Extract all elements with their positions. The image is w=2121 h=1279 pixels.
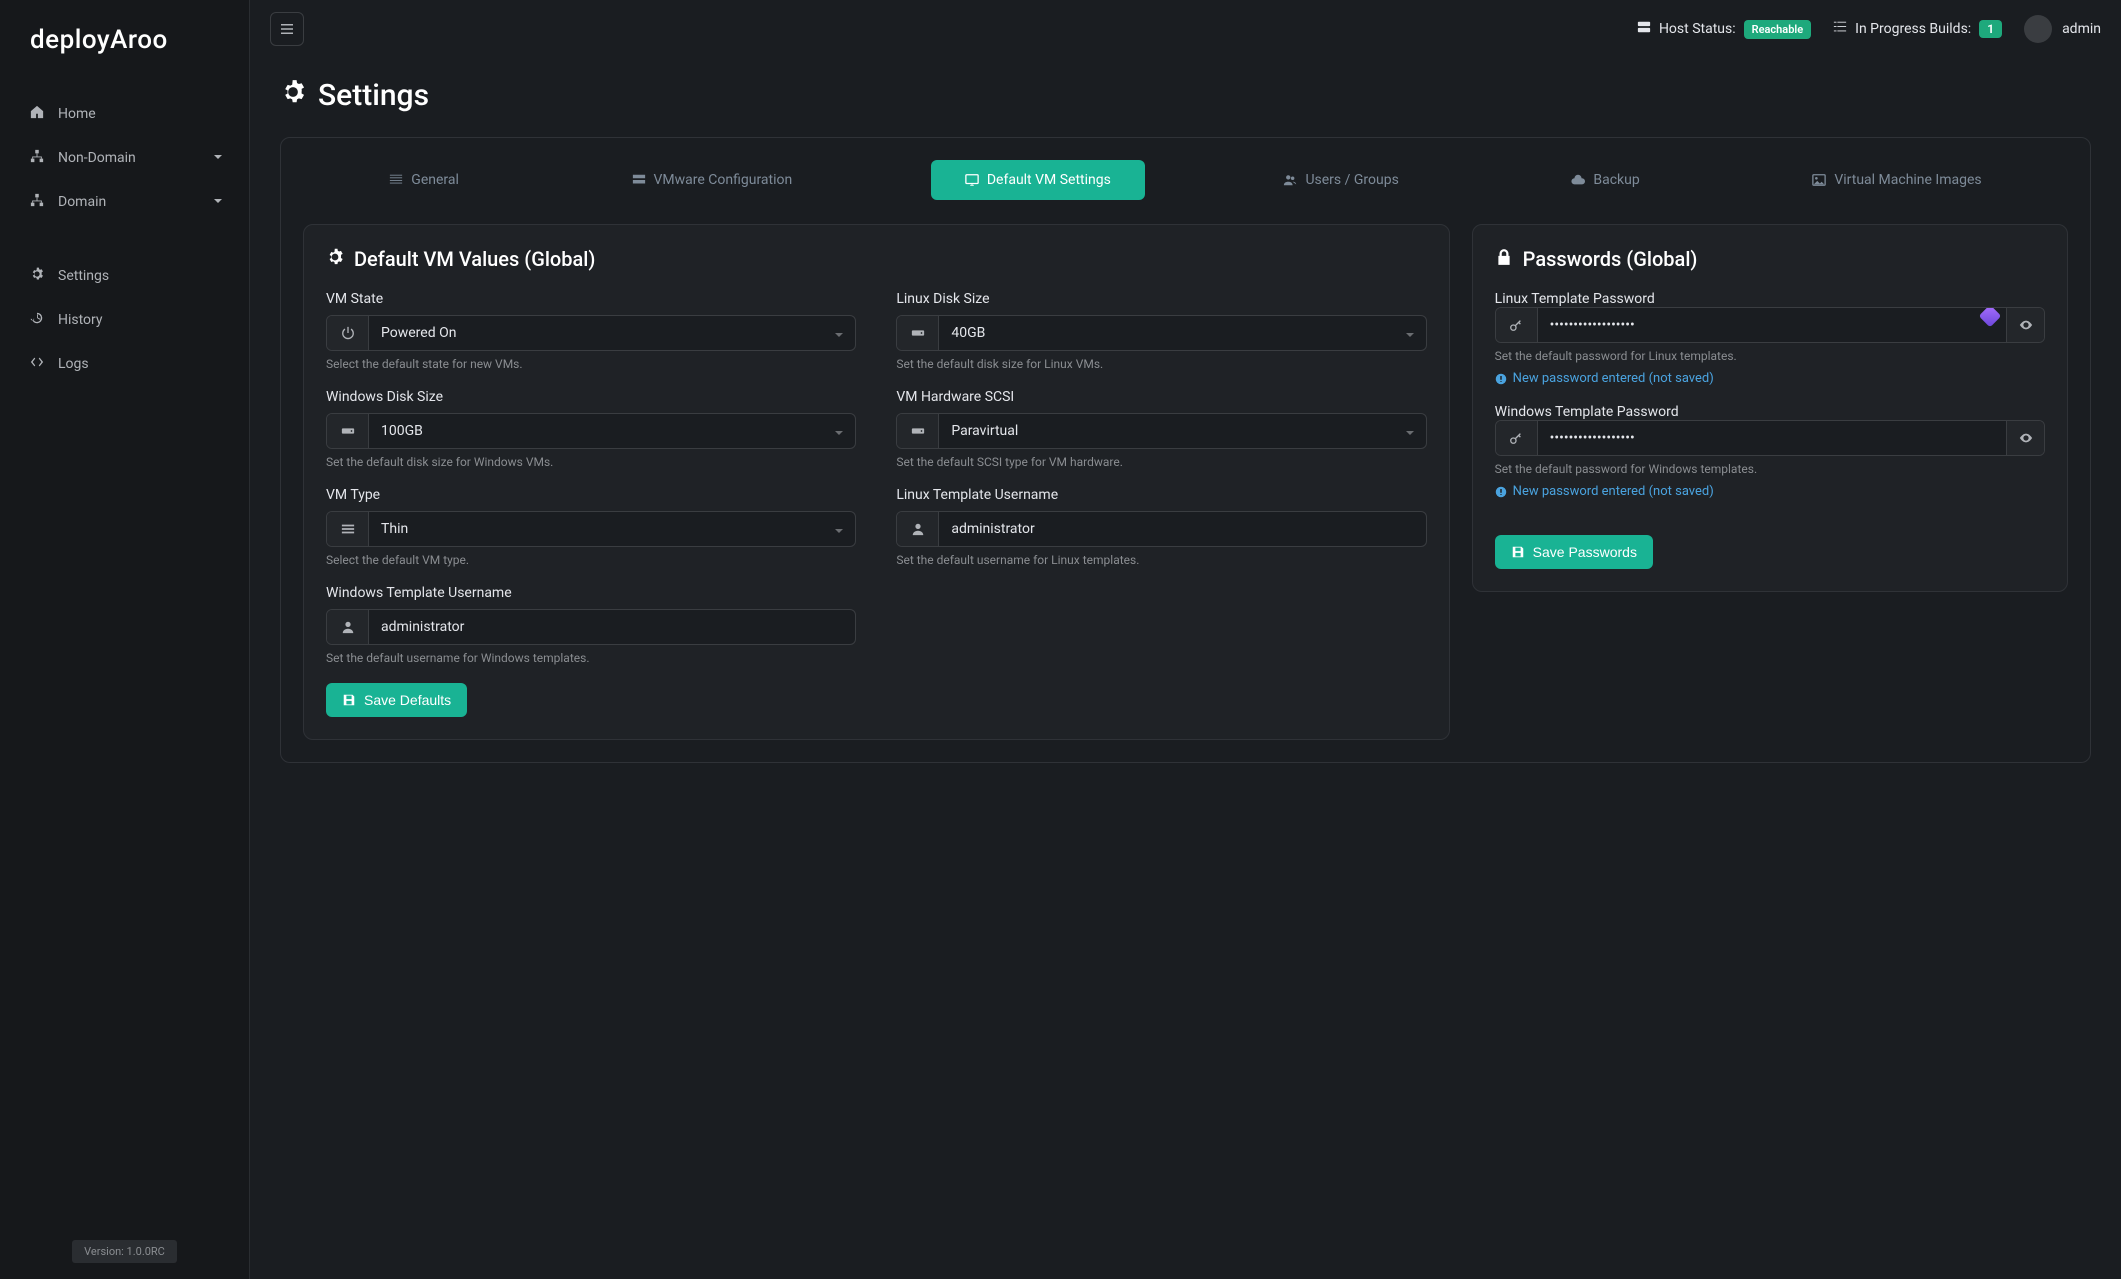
lock-icon	[1495, 247, 1513, 271]
save-defaults-button[interactable]: Save Defaults	[326, 683, 467, 717]
settings-tabs: General VMware Configuration Default VM …	[303, 160, 2068, 200]
user-icon	[327, 610, 369, 644]
sidebar-item-label: Logs	[58, 356, 89, 372]
hdd-icon	[897, 414, 939, 448]
tab-users-groups[interactable]: Users / Groups	[1249, 160, 1432, 200]
linux-pw-input[interactable]	[1538, 308, 2006, 342]
code-icon	[26, 355, 48, 373]
page-title: Settings	[280, 78, 2091, 113]
sidebar-item-settings[interactable]: Settings	[0, 254, 249, 298]
builds-count: 1	[1979, 20, 2002, 38]
server-icon	[1637, 20, 1651, 38]
key-icon	[1496, 421, 1538, 455]
sidebar-item-label: History	[58, 312, 103, 328]
home-icon	[26, 105, 48, 123]
help-text: Set the default password for Windows tem…	[1495, 462, 2045, 476]
vm-type-select[interactable]	[369, 512, 855, 546]
help-text: Set the default disk size for Windows VM…	[326, 455, 856, 469]
help-text: Set the default disk size for Linux VMs.	[896, 357, 1426, 371]
host-status: Host Status: Reachable	[1637, 20, 1811, 39]
gear-icon	[326, 247, 344, 271]
logo: deployAroo	[0, 0, 249, 80]
help-text: Set the default SCSI type for VM hardwar…	[896, 455, 1426, 469]
scsi-label: VM Hardware SCSI	[896, 389, 1426, 405]
help-text: Set the default username for Windows tem…	[326, 651, 856, 665]
help-text: Select the default VM type.	[326, 553, 856, 567]
hamburger-toggle[interactable]	[270, 12, 304, 46]
sidebar-item-label: Home	[58, 106, 96, 122]
builds-status[interactable]: In Progress Builds: 1	[1833, 20, 2002, 38]
linux-user-input[interactable]	[939, 512, 1425, 546]
win-disk-label: Windows Disk Size	[326, 389, 856, 405]
linux-disk-label: Linux Disk Size	[896, 291, 1426, 307]
host-status-badge: Reachable	[1744, 20, 1812, 39]
sidebar-item-logs[interactable]: Logs	[0, 342, 249, 386]
save-passwords-button[interactable]: Save Passwords	[1495, 535, 1653, 569]
tasks-icon	[1833, 20, 1847, 38]
sidebar-item-label: Domain	[58, 194, 106, 210]
sidebar-item-label: Settings	[58, 268, 109, 284]
linux-pw-label: Linux Template Password	[1495, 291, 1655, 307]
avatar	[2024, 15, 2052, 43]
help-text: Select the default state for new VMs.	[326, 357, 856, 371]
default-vm-values-card: Default VM Values (Global) VM State S	[303, 224, 1450, 740]
passwords-card: Passwords (Global) Linux Template Passwo…	[1472, 224, 2068, 592]
sidebar-item-non-domain[interactable]: Non-Domain	[0, 136, 249, 180]
linux-user-label: Linux Template Username	[896, 487, 1426, 503]
hdd-icon	[327, 414, 369, 448]
gear-icon	[26, 267, 48, 285]
user-menu[interactable]: admin	[2024, 15, 2101, 43]
vm-state-label: VM State	[326, 291, 856, 307]
vm-type-label: VM Type	[326, 487, 856, 503]
help-text: Set the default password for Linux templ…	[1495, 349, 2045, 363]
host-status-label: Host Status:	[1659, 21, 1736, 37]
user-icon	[897, 512, 939, 546]
chevron-down-icon	[213, 150, 223, 166]
topbar: Host Status: Reachable In Progress Build…	[250, 0, 2121, 58]
win-user-input[interactable]	[369, 610, 855, 644]
chevron-down-icon	[213, 194, 223, 210]
tab-backup[interactable]: Backup	[1537, 160, 1673, 200]
win-pw-input[interactable]	[1538, 421, 2006, 455]
key-icon	[1496, 308, 1538, 342]
win-disk-select[interactable]	[369, 414, 855, 448]
network-icon	[26, 149, 48, 167]
win-user-label: Windows Template Username	[326, 585, 856, 601]
network-icon	[26, 193, 48, 211]
sidebar-item-domain[interactable]: Domain	[0, 180, 249, 224]
toggle-visibility-button[interactable]	[2006, 421, 2044, 455]
power-icon	[327, 316, 369, 350]
builds-label: In Progress Builds:	[1855, 21, 1971, 37]
tab-default-vm-settings[interactable]: Default VM Settings	[931, 160, 1145, 200]
tab-general[interactable]: General	[355, 160, 493, 200]
version-label: Version: 1.0.0RC	[72, 1240, 177, 1263]
scsi-select[interactable]	[939, 414, 1425, 448]
vm-state-select[interactable]	[369, 316, 855, 350]
tab-vmware-config[interactable]: VMware Configuration	[598, 160, 827, 200]
win-pw-label: Windows Template Password	[1495, 404, 1679, 420]
sidebar-item-history[interactable]: History	[0, 298, 249, 342]
sidebar-item-label: Non-Domain	[58, 150, 136, 166]
help-text: Set the default username for Linux templ…	[896, 553, 1426, 567]
gears-icon	[280, 78, 306, 113]
sidebar: deployAroo Home Non-Domain Domain	[0, 0, 250, 1279]
hdd-icon	[897, 316, 939, 350]
linux-disk-select[interactable]	[939, 316, 1425, 350]
toggle-visibility-button[interactable]	[2006, 308, 2044, 342]
unsaved-warning: New password entered (not saved)	[1495, 371, 2045, 386]
tab-vm-images[interactable]: Virtual Machine Images	[1778, 160, 2015, 200]
sidebar-item-home[interactable]: Home	[0, 92, 249, 136]
username: admin	[2062, 21, 2101, 37]
history-icon	[26, 311, 48, 329]
list-icon	[327, 512, 369, 546]
unsaved-warning: New password entered (not saved)	[1495, 484, 2045, 499]
